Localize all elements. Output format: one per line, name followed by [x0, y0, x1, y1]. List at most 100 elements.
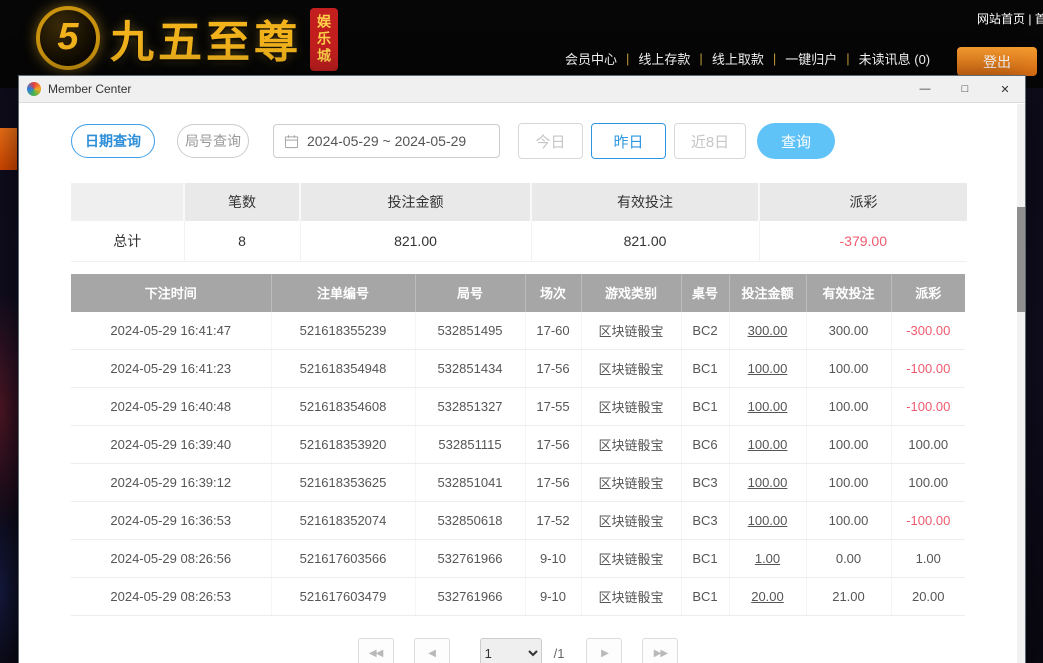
maximize-button[interactable]: □ [945, 76, 985, 102]
header-valid-bet: 有效投注 [806, 274, 891, 312]
nav-unread-messages[interactable]: 未读讯息 (0) [859, 49, 931, 68]
site-logo[interactable]: 5 九五至尊 娱乐城 [36, 4, 338, 71]
round-query-tab[interactable]: 局号查询 [177, 124, 249, 158]
logout-button[interactable]: 登出 [957, 47, 1037, 76]
valid-bet-cell: 100.00 [806, 502, 891, 540]
bet-time-cell: 2024-05-29 16:41:47 [71, 312, 271, 350]
date-range-input[interactable]: 2024-05-29 ~ 2024-05-29 [273, 124, 500, 158]
scrollbar-thumb[interactable] [1017, 207, 1025, 312]
payout-cell: -100.00 [891, 388, 965, 426]
nav-separator: | [626, 51, 629, 66]
bet-id-cell: 521618353625 [271, 464, 415, 502]
bet-amount-link[interactable]: 100.00 [729, 426, 806, 464]
page-total-label: /1 [554, 646, 565, 661]
table-no-cell: BC1 [681, 578, 729, 616]
bet-amount-link[interactable]: 20.00 [729, 578, 806, 616]
summary-total-row: 总计 8 821.00 821.00 -379.00 [71, 221, 967, 261]
first-page-button[interactable]: ◀◀ [358, 638, 394, 663]
window-app-icon [27, 82, 41, 96]
game-type-cell: 区块链骰宝 [581, 464, 681, 502]
table-no-cell: BC3 [681, 502, 729, 540]
bet-time-cell: 2024-05-29 08:26:56 [71, 540, 271, 578]
valid-bet-cell: 100.00 [806, 426, 891, 464]
minimize-button[interactable]: — [905, 76, 945, 102]
bet-amount-link[interactable]: 100.00 [729, 350, 806, 388]
next-page-button[interactable]: ▶ [586, 638, 622, 663]
bet-amount-link[interactable]: 100.00 [729, 388, 806, 426]
bet-id-cell: 521617603566 [271, 540, 415, 578]
prev-page-button[interactable]: ◀ [414, 638, 450, 663]
yesterday-button[interactable]: 昨日 [591, 123, 666, 159]
date-shortcut-group: 今日 昨日 近8日 [518, 123, 746, 159]
logo-badge: 娱乐城 [310, 8, 338, 71]
bet-time-cell: 2024-05-29 16:39:40 [71, 426, 271, 464]
window-scrollbar[interactable] [1017, 104, 1025, 663]
round-no-cell: 532851115 [415, 426, 525, 464]
member-center-window: Member Center — □ ✕ 日期查询 局号查询 [18, 75, 1026, 663]
header-round-no: 局号 [415, 274, 525, 312]
nav-one-key-transfer[interactable]: 一键归户 [785, 49, 837, 68]
bet-time-cell: 2024-05-29 16:40:48 [71, 388, 271, 426]
header-payout: 派彩 [891, 274, 965, 312]
round-no-cell: 532851327 [415, 388, 525, 426]
summary-header-bet-amount: 投注金额 [300, 183, 531, 221]
summary-header-payout: 派彩 [759, 183, 967, 221]
bet-records-table: 下注时间 注单编号 局号 场次 游戏类别 桌号 投注金额 有效投注 派彩 202… [71, 274, 965, 617]
summary-payout-value: -379.00 [759, 221, 967, 261]
payout-cell: -100.00 [891, 350, 965, 388]
valid-bet-cell: 100.00 [806, 464, 891, 502]
summary-header-valid-bet: 有效投注 [531, 183, 759, 221]
header-bet-time: 下注时间 [71, 274, 271, 312]
nav-deposit[interactable]: 线上存款 [638, 49, 690, 68]
header-table-no: 桌号 [681, 274, 729, 312]
table-no-cell: BC6 [681, 426, 729, 464]
payout-cell: -100.00 [891, 502, 965, 540]
payout-cell: 100.00 [891, 464, 965, 502]
round-no-cell: 532761966 [415, 540, 525, 578]
window-titlebar[interactable]: Member Center — □ ✕ [19, 76, 1025, 103]
table-row: 2024-05-29 16:41:23 521618354948 5328514… [71, 350, 965, 388]
table-no-cell: BC3 [681, 464, 729, 502]
round-no-cell: 532851495 [415, 312, 525, 350]
game-type-cell: 区块链骰宝 [581, 350, 681, 388]
session-cell: 17-56 [525, 464, 581, 502]
payout-cell: 1.00 [891, 540, 965, 578]
nav-separator: | [773, 51, 776, 66]
background-banner [0, 128, 17, 170]
bet-id-cell: 521618355239 [271, 312, 415, 350]
page-select[interactable]: 1 [480, 638, 542, 663]
date-query-tab[interactable]: 日期查询 [71, 124, 155, 158]
top-links[interactable]: 网站首页 | 首 [977, 10, 1043, 27]
bet-amount-link[interactable]: 100.00 [729, 464, 806, 502]
bet-amount-link[interactable]: 100.00 [729, 502, 806, 540]
search-button[interactable]: 查询 [757, 123, 835, 159]
nav-withdraw[interactable]: 线上取款 [712, 49, 764, 68]
session-cell: 9-10 [525, 540, 581, 578]
summary-table: 笔数 投注金额 有效投注 派彩 总计 8 821.00 821.00 -379.… [71, 183, 967, 262]
today-button[interactable]: 今日 [518, 123, 583, 159]
bet-time-cell: 2024-05-29 16:41:23 [71, 350, 271, 388]
close-button[interactable]: ✕ [985, 76, 1025, 102]
table-row: 2024-05-29 16:39:12 521618353625 5328510… [71, 464, 965, 502]
logo-title: 九五至尊 [110, 6, 302, 70]
valid-bet-cell: 100.00 [806, 388, 891, 426]
bet-id-cell: 521618353920 [271, 426, 415, 464]
screen: 5 九五至尊 娱乐城 网站首页 | 首 会员中心 | 线上存款 | 线上取款 |… [0, 0, 1043, 663]
last-8-days-button[interactable]: 近8日 [674, 123, 746, 159]
game-type-cell: 区块链骰宝 [581, 426, 681, 464]
summary-total-label: 总计 [71, 221, 184, 261]
window-content: 日期查询 局号查询 2024-05-29 ~ 2024-05-29 今日 昨日 … [19, 104, 1017, 663]
nav-member-center[interactable]: 会员中心 [565, 49, 617, 68]
table-no-cell: BC1 [681, 350, 729, 388]
bet-records-header-row: 下注时间 注单编号 局号 场次 游戏类别 桌号 投注金额 有效投注 派彩 [71, 274, 965, 312]
payout-cell: 100.00 [891, 426, 965, 464]
bet-id-cell: 521618354948 [271, 350, 415, 388]
session-cell: 17-56 [525, 426, 581, 464]
round-no-cell: 532851434 [415, 350, 525, 388]
bet-amount-link[interactable]: 300.00 [729, 312, 806, 350]
last-page-button[interactable]: ▶▶ [642, 638, 678, 663]
summary-bet-amount-value: 821.00 [300, 221, 531, 261]
table-row: 2024-05-29 16:36:53 521618352074 5328506… [71, 502, 965, 540]
bet-amount-link[interactable]: 1.00 [729, 540, 806, 578]
payout-cell: 20.00 [891, 578, 965, 616]
